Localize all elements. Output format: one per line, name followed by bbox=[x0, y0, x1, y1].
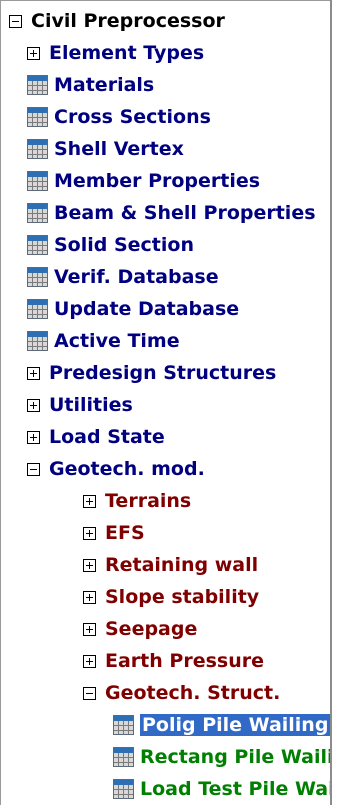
tree-node-label: Element Types bbox=[49, 42, 205, 64]
table-icon bbox=[113, 779, 134, 799]
table-icon bbox=[27, 267, 48, 287]
tree-node-root[interactable]: Civil Preprocessor bbox=[9, 5, 225, 37]
tree-node-label: Geotech. mod. bbox=[49, 458, 205, 480]
tree-node-load-state[interactable]: Load State bbox=[27, 421, 165, 453]
tree-node-update-database[interactable]: Update Database bbox=[27, 293, 239, 325]
tree-node-label-selected: Polig Pile Wailing bbox=[140, 714, 330, 736]
tree-node-efs[interactable]: EFS bbox=[83, 517, 145, 549]
tree-node-geotech-struct[interactable]: Geotech. Struct. bbox=[83, 677, 280, 709]
tree-node-label: Member Properties bbox=[54, 170, 261, 192]
expand-icon[interactable] bbox=[83, 622, 96, 636]
tree-node-label: Shell Vertex bbox=[54, 138, 184, 160]
table-icon bbox=[27, 235, 48, 255]
tree-node-verif-database[interactable]: Verif. Database bbox=[27, 261, 219, 293]
table-icon bbox=[113, 747, 134, 767]
table-icon bbox=[113, 715, 134, 735]
tree-node-label: Materials bbox=[54, 74, 155, 96]
expand-icon[interactable] bbox=[27, 398, 40, 412]
tree-node-label: Geotech. Struct. bbox=[105, 682, 281, 704]
table-icon bbox=[27, 75, 48, 95]
table-icon bbox=[27, 203, 48, 223]
tree-node-label: Load Test Pile Wailing bbox=[140, 778, 330, 800]
tree-node-label: Terrains bbox=[105, 490, 192, 512]
tree-node-label: Slope stability bbox=[105, 586, 260, 608]
tree-node-cross-sections[interactable]: Cross Sections bbox=[27, 101, 211, 133]
tree-node-label: EFS bbox=[105, 522, 145, 544]
tree-node-label: Update Database bbox=[54, 298, 240, 320]
collapse-icon[interactable] bbox=[27, 462, 40, 476]
expand-icon[interactable] bbox=[83, 654, 96, 668]
tree-node-label: Beam & Shell Properties bbox=[54, 202, 316, 224]
tree-node-predesign-structures[interactable]: Predesign Structures bbox=[27, 357, 276, 389]
tree-node-geotech-mod[interactable]: Geotech. mod. bbox=[27, 453, 205, 485]
tree-node-active-time[interactable]: Active Time bbox=[27, 325, 180, 357]
expand-icon[interactable] bbox=[27, 366, 40, 380]
vertical-divider bbox=[330, 0, 337, 805]
collapse-icon[interactable] bbox=[9, 14, 22, 28]
expand-icon[interactable] bbox=[83, 494, 96, 508]
tree-node-rectang-pile-wailing[interactable]: Rectang Pile Wailing bbox=[113, 741, 330, 773]
collapse-icon[interactable] bbox=[83, 686, 96, 700]
expand-icon[interactable] bbox=[83, 558, 96, 572]
tree-node-solid-section[interactable]: Solid Section bbox=[27, 229, 194, 261]
tree-node-label: Solid Section bbox=[54, 234, 194, 256]
tree-node-label: Verif. Database bbox=[54, 266, 219, 288]
expand-icon[interactable] bbox=[83, 590, 96, 604]
tree-node-load-test-pile-wailing[interactable]: Load Test Pile Wailing bbox=[113, 773, 330, 805]
tree-node-label: Active Time bbox=[54, 330, 180, 352]
tree-node-label: Cross Sections bbox=[54, 106, 211, 128]
tree-node-label: Predesign Structures bbox=[49, 362, 277, 384]
tree-node-element-types[interactable]: Element Types bbox=[27, 37, 204, 69]
expand-icon[interactable] bbox=[83, 526, 96, 540]
table-icon bbox=[27, 107, 48, 127]
tree-node-polig-pile-wailing[interactable]: Polig Pile Wailing bbox=[113, 709, 330, 741]
tree-node-label: Seepage bbox=[105, 618, 198, 640]
tree-node-shell-vertex[interactable]: Shell Vertex bbox=[27, 133, 184, 165]
table-icon bbox=[27, 299, 48, 319]
table-icon bbox=[27, 331, 48, 351]
tree-node-seepage[interactable]: Seepage bbox=[83, 613, 197, 645]
tree-node-beam-shell-properties[interactable]: Beam & Shell Properties bbox=[27, 197, 316, 229]
expand-icon[interactable] bbox=[27, 46, 40, 60]
tree-node-member-properties[interactable]: Member Properties bbox=[27, 165, 260, 197]
tree-node-retaining-wall[interactable]: Retaining wall bbox=[83, 549, 258, 581]
tree-node-label: Civil Preprocessor bbox=[31, 10, 225, 32]
tree-node-slope-stability[interactable]: Slope stability bbox=[83, 581, 259, 613]
tree-node-label: Retaining wall bbox=[105, 554, 259, 576]
table-icon bbox=[27, 139, 48, 159]
tree-node-label: Rectang Pile Wailing bbox=[140, 746, 330, 768]
table-icon bbox=[27, 171, 48, 191]
tree-node-label: Utilities bbox=[49, 394, 133, 416]
tree-node-label: Load State bbox=[49, 426, 165, 448]
tree-node-utilities[interactable]: Utilities bbox=[27, 389, 133, 421]
tree-node-label: Earth Pressure bbox=[105, 650, 264, 672]
tree-view: Civil Preprocessor Element Types Materia… bbox=[0, 0, 330, 805]
tree-node-materials[interactable]: Materials bbox=[27, 69, 154, 101]
tree-node-terrains[interactable]: Terrains bbox=[83, 485, 191, 517]
expand-icon[interactable] bbox=[27, 430, 40, 444]
tree-node-earth-pressure[interactable]: Earth Pressure bbox=[83, 645, 264, 677]
